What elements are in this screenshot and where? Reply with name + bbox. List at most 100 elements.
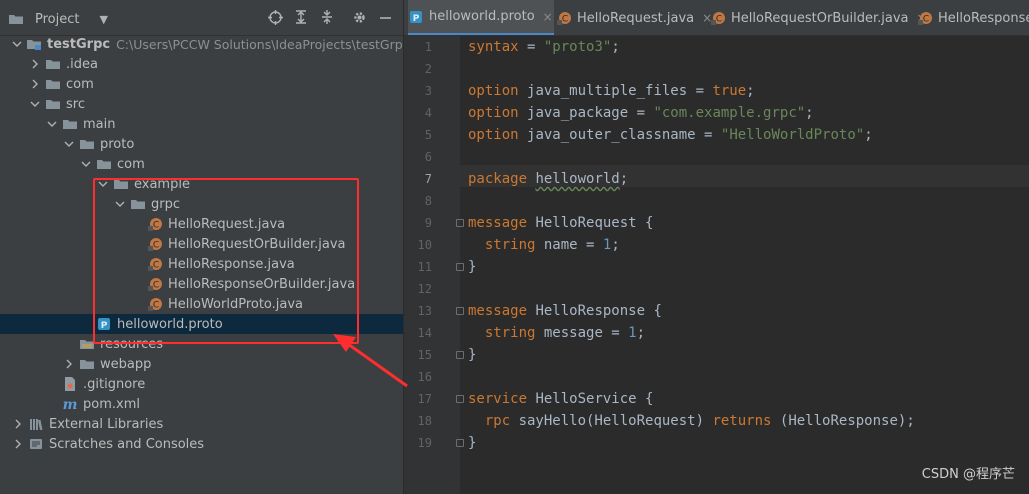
maven-file-icon: m bbox=[62, 396, 78, 412]
tree-item-main[interactable]: main bbox=[0, 114, 403, 134]
code-token: } bbox=[468, 347, 477, 363]
minimize-icon[interactable] bbox=[377, 9, 393, 25]
line-number: 17 bbox=[417, 392, 432, 406]
svg-text:P: P bbox=[413, 14, 420, 24]
code-token: message bbox=[468, 215, 536, 231]
tree-item-src[interactable]: src bbox=[0, 94, 403, 114]
tab-helloresponse[interactable]: C HelloResponse bbox=[917, 0, 1029, 35]
chevron-right-icon[interactable] bbox=[12, 418, 24, 430]
collapse-all-icon[interactable] bbox=[319, 9, 335, 25]
tree-item-label: main bbox=[83, 116, 116, 132]
line-number: 2 bbox=[424, 62, 432, 76]
fold-end-icon[interactable] bbox=[456, 351, 464, 359]
tab-hellorequest-java[interactable]: C HelloRequest.java × bbox=[556, 0, 712, 35]
tree-item-webapp[interactable]: webapp bbox=[0, 354, 403, 374]
close-icon[interactable]: × bbox=[543, 10, 553, 24]
chevron-down-icon[interactable] bbox=[29, 98, 41, 110]
tab-label: HelloRequestOrBuilder.java bbox=[731, 10, 909, 26]
expand-all-icon[interactable] bbox=[293, 9, 309, 25]
line-number: 16 bbox=[417, 370, 432, 384]
tree-item-label: External Libraries bbox=[49, 416, 164, 432]
locate-file-icon[interactable] bbox=[267, 9, 283, 25]
svg-text:C: C bbox=[716, 15, 722, 25]
tree-item-proto[interactable]: proto bbox=[0, 134, 403, 154]
line-number: 18 bbox=[417, 414, 432, 428]
code-editor[interactable]: syntax = "proto3"; option java_multiple_f… bbox=[468, 36, 1029, 494]
chevron-down-icon[interactable] bbox=[46, 118, 58, 130]
code-token: java_package = bbox=[527, 105, 654, 121]
code-token: package bbox=[468, 171, 536, 187]
tree-item-gitignore[interactable]: .gitignore bbox=[0, 374, 403, 394]
folder-icon bbox=[79, 356, 95, 372]
code-line: message HelloResponse { bbox=[468, 300, 662, 322]
code-token: message = bbox=[543, 325, 629, 341]
annotation-highlight-box bbox=[93, 178, 359, 344]
tree-item-label: proto bbox=[100, 136, 135, 152]
tree-item-scratches-and-consoles[interactable]: Scratches and Consoles bbox=[0, 434, 403, 454]
tab-label: helloworld.proto bbox=[429, 9, 535, 24]
fold-start-icon[interactable] bbox=[456, 395, 464, 403]
code-token: ; bbox=[746, 83, 755, 99]
chevron-down-icon[interactable] bbox=[80, 158, 92, 170]
code-token: "HelloWorldProto" bbox=[720, 127, 865, 143]
tab-hellorequestorbuilder-java[interactable]: CHelloRequestOrBuilder.java× bbox=[710, 0, 927, 35]
code-token: rpc bbox=[484, 413, 519, 429]
chevron-down-icon[interactable] bbox=[63, 138, 75, 150]
line-number: 1 bbox=[424, 40, 432, 54]
tree-item-idea[interactable]: .idea bbox=[0, 54, 403, 74]
svg-text:C: C bbox=[923, 15, 929, 25]
folder-icon bbox=[45, 96, 61, 112]
code-line: } bbox=[468, 432, 476, 454]
line-number: 7 bbox=[424, 172, 432, 186]
editor-tab-bar: Phelloworld.proto × C HelloRequest.java × C He… bbox=[404, 0, 1029, 36]
project-path: C:\Users\PCCW Solutions\IdeaProjects\tes… bbox=[116, 36, 410, 52]
code-line: string name = 1; bbox=[468, 234, 620, 256]
code-token: java_outer_classname = bbox=[527, 127, 721, 143]
fold-start-icon[interactable] bbox=[456, 307, 464, 315]
code-token: ; bbox=[805, 105, 814, 121]
tree-item-external-libraries[interactable]: External Libraries bbox=[0, 414, 403, 434]
chevron-down-icon[interactable] bbox=[12, 38, 22, 50]
fold-end-icon[interactable] bbox=[456, 439, 464, 447]
project-view-selector[interactable]: Project ▼ bbox=[8, 8, 108, 30]
tab-helloworld-proto[interactable]: Phelloworld.proto × bbox=[408, 0, 554, 35]
line-number: 11 bbox=[417, 260, 432, 274]
code-line: option java_outer_classname = "HelloWorl… bbox=[468, 124, 873, 146]
tree-item-label: Scratches and Consoles bbox=[49, 436, 205, 452]
chevron-right-icon[interactable] bbox=[29, 58, 41, 70]
tree-item-com[interactable]: com bbox=[0, 74, 403, 94]
line-number: 12 bbox=[417, 282, 432, 296]
code-token: HelloService { bbox=[535, 391, 654, 407]
code-token: ; bbox=[611, 237, 620, 253]
code-line: message HelloRequest { bbox=[468, 212, 653, 234]
chevron-right-icon[interactable] bbox=[12, 438, 24, 450]
chevron-right-icon[interactable] bbox=[29, 78, 41, 90]
code-line: syntax = "proto3"; bbox=[468, 36, 620, 58]
code-token: (HelloResponse); bbox=[779, 413, 915, 429]
code-token: } bbox=[468, 259, 477, 275]
tree-item-label: .gitignore bbox=[83, 376, 146, 392]
chevron-right-icon[interactable] bbox=[63, 358, 75, 370]
code-token: ; bbox=[864, 127, 873, 143]
line-number: 9 bbox=[424, 216, 432, 230]
tree-item-com[interactable]: com bbox=[0, 154, 403, 174]
code-line: option java_multiple_files = true; bbox=[468, 80, 755, 102]
tree-item-testgrpc[interactable]: testGrpc C:\Users\PCCW Solutions\IdeaProj… bbox=[0, 34, 410, 54]
line-number: 15 bbox=[417, 348, 432, 362]
code-token: HelloRequest { bbox=[535, 215, 654, 231]
folder-icon bbox=[45, 76, 61, 92]
fold-start-icon[interactable] bbox=[456, 219, 464, 227]
tree-item-pom-xml[interactable]: m pom.xml bbox=[0, 394, 403, 414]
gear-icon[interactable] bbox=[351, 9, 367, 25]
java-class-icon: C bbox=[710, 10, 726, 26]
code-line: string message = 1; bbox=[468, 322, 645, 344]
line-number: 14 bbox=[417, 326, 432, 340]
line-number: 10 bbox=[417, 238, 432, 252]
fold-end-icon[interactable] bbox=[456, 263, 464, 271]
